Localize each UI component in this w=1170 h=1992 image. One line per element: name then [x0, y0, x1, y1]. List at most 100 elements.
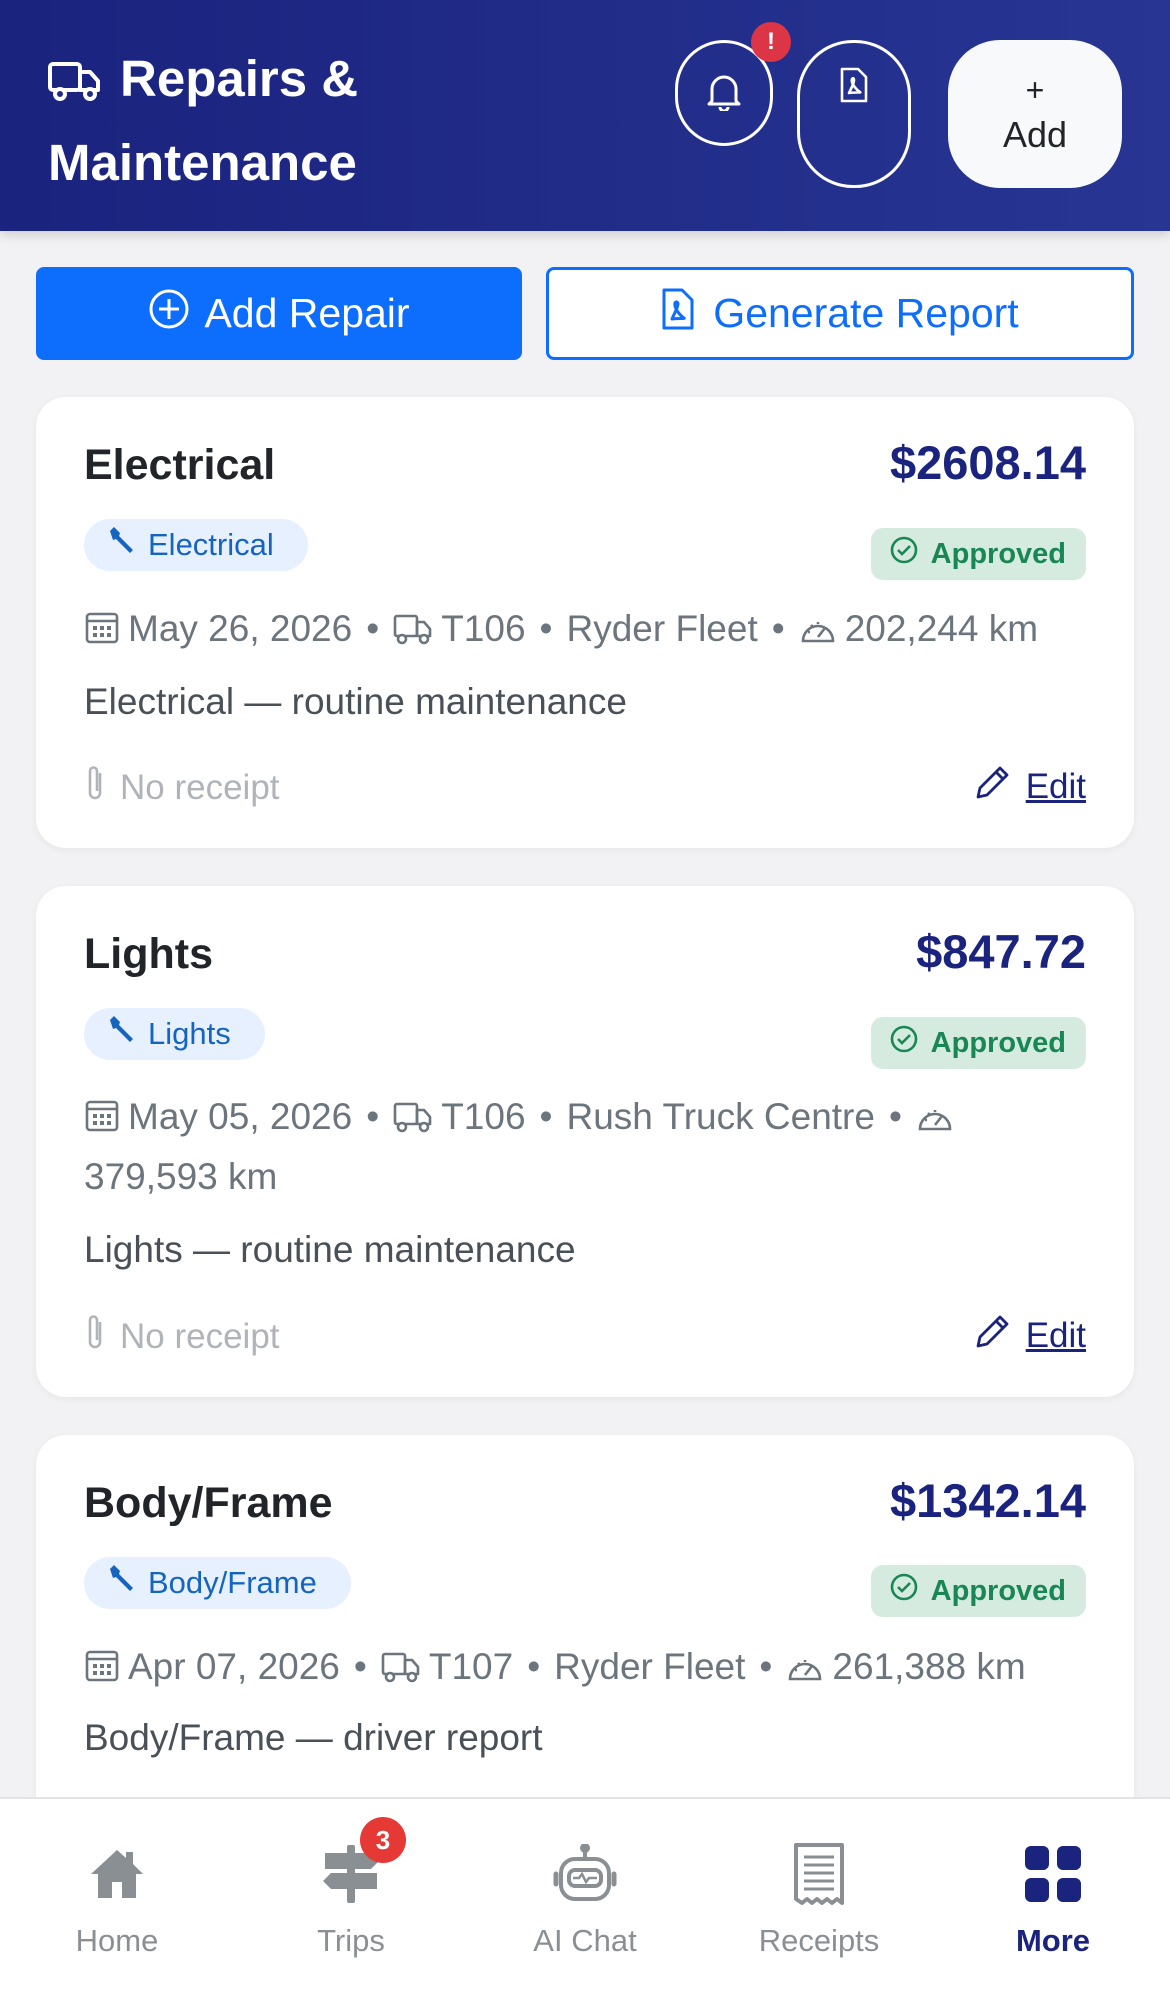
repair-card[interactable]: Electrical $2608.14 Electrical Approved … — [36, 397, 1134, 848]
repair-title: Body/Frame — [84, 1479, 333, 1527]
generate-report-label: Generate Report — [713, 290, 1019, 336]
repair-card[interactable]: Body/Frame $1342.14 Body/Frame Approved … — [36, 1435, 1134, 1855]
add-repair-label: Add Repair — [204, 290, 410, 336]
category-badge: Electrical — [84, 519, 308, 571]
receipt-label: No receipt — [120, 767, 280, 807]
repair-meta: May 26, 2026 • T106 • Ryder Fleet • 202,244 km — [84, 601, 1094, 661]
repair-meta: Apr 07, 2026 • T107 • Ryder Fleet • 261,388 km — [84, 1639, 1094, 1699]
receipt-status: No receipt — [84, 1312, 280, 1361]
repair-title: Lights — [84, 930, 213, 978]
vendor-name: Ryder Fleet — [554, 1646, 746, 1687]
paperclip-icon — [84, 1312, 106, 1361]
repair-date: May 26, 2026 — [128, 608, 353, 649]
repair-description: Body/Frame — driver report — [84, 1717, 543, 1758]
repair-description: Lights — routine maintenance — [84, 1229, 576, 1270]
category-label: Lights — [148, 1016, 231, 1051]
add-repair-button[interactable]: Add Repair — [36, 267, 522, 360]
nav-ai-chat[interactable]: AI Chat — [468, 1799, 702, 1992]
plus-circle-icon — [148, 288, 190, 340]
status-badge: Approved — [870, 528, 1086, 580]
odometer: 202,244 km — [844, 608, 1039, 649]
bell-icon — [706, 71, 742, 116]
pencil-icon — [974, 1312, 1012, 1359]
status-label: Approved — [930, 1574, 1066, 1607]
edit-label: Edit — [1025, 766, 1086, 806]
app-header: Repairs & Maintenance ! + Add — [0, 0, 1170, 231]
repair-amount: $847.72 — [916, 925, 1086, 978]
header-add-label: Add — [1002, 114, 1068, 155]
paperclip-icon — [84, 763, 106, 812]
truck-number: T106 — [441, 608, 526, 649]
truck-icon — [381, 1643, 421, 1699]
truck-icon — [393, 1093, 433, 1149]
nav-trips[interactable]: Trips — [234, 1799, 468, 1992]
home-icon — [89, 1839, 145, 1909]
speedometer-icon — [786, 1643, 824, 1699]
vendor-name: Rush Truck Centre — [566, 1096, 875, 1137]
header-add-button[interactable]: + Add — [948, 40, 1122, 188]
edit-link[interactable]: Edit — [974, 763, 1086, 810]
category-badge: Body/Frame — [84, 1557, 351, 1609]
edit-label: Edit — [1025, 1315, 1086, 1355]
repair-title: Electrical — [84, 441, 276, 489]
nav-receipts[interactable]: Receipts — [702, 1799, 936, 1992]
status-label: Approved — [930, 537, 1066, 570]
status-badge: Approved — [870, 1017, 1086, 1069]
trips-count-badge: 3 — [360, 1817, 406, 1863]
truck-icon — [393, 605, 433, 661]
wrench-icon — [106, 525, 138, 565]
wrench-icon — [106, 1014, 138, 1054]
plus-icon: + — [1025, 72, 1045, 108]
receipt-status: No receipt — [84, 763, 280, 812]
truck-number: T107 — [428, 1646, 514, 1687]
generate-report-button[interactable]: Generate Report — [546, 267, 1134, 360]
repair-amount: $1342.14 — [889, 1474, 1086, 1527]
file-pdf-icon — [661, 288, 695, 340]
nav-label: Receipts — [758, 1923, 880, 1958]
nav-label: More — [1015, 1923, 1091, 1958]
nav-label: AI Chat — [533, 1923, 637, 1958]
repair-description: Electrical — routine maintenance — [84, 681, 627, 722]
category-label: Electrical — [148, 527, 274, 562]
pencil-icon — [974, 763, 1012, 810]
truck-number: T106 — [441, 1096, 526, 1137]
nav-label: Home — [75, 1923, 159, 1958]
speedometer-icon — [799, 605, 837, 661]
edit-link[interactable]: Edit — [974, 1312, 1086, 1359]
status-badge: Approved — [870, 1565, 1086, 1617]
category-label: Body/Frame — [148, 1565, 317, 1600]
repair-amount: $2608.14 — [889, 436, 1086, 489]
page-title: Repairs & Maintenance — [48, 40, 608, 202]
odometer: 261,388 km — [832, 1646, 1026, 1687]
nav-home[interactable]: Home — [0, 1799, 234, 1992]
nav-more[interactable]: More — [936, 1799, 1170, 1992]
robot-icon — [553, 1839, 617, 1909]
alert-badge: ! — [751, 22, 791, 62]
truck-icon — [48, 46, 102, 124]
pdf-export-button[interactable] — [797, 40, 911, 188]
vendor-name: Ryder Fleet — [566, 608, 758, 649]
repair-meta: May 05, 2026 • T106 • Rush Truck Centre • 379,… — [84, 1089, 1094, 1205]
nav-label: Trips — [317, 1923, 385, 1958]
grid-icon — [1025, 1839, 1081, 1909]
check-circle-icon — [889, 535, 919, 573]
receipt-icon — [792, 1839, 846, 1909]
repair-card[interactable]: Lights $847.72 Lights Approved May 05, 2… — [36, 886, 1134, 1397]
repair-date: Apr 07, 2026 — [128, 1646, 340, 1687]
wrench-icon — [106, 1563, 138, 1603]
calendar-icon — [84, 1643, 120, 1699]
bottom-nav: Home Trips 3 AI Chat Receipts More — [0, 1797, 1170, 1992]
speedometer-icon — [916, 1093, 954, 1149]
calendar-icon — [84, 605, 120, 661]
page-title-line1: Repairs & — [120, 50, 359, 107]
receipt-label: No receipt — [120, 1316, 280, 1356]
repair-date: May 05, 2026 — [128, 1096, 353, 1137]
check-circle-icon — [889, 1572, 919, 1610]
file-pdf-icon — [839, 67, 869, 108]
check-circle-icon — [889, 1024, 919, 1062]
category-badge: Lights — [84, 1008, 265, 1060]
calendar-icon — [84, 1093, 120, 1149]
odometer: 379,593 km — [84, 1156, 278, 1197]
page-title-line2: Maintenance — [48, 134, 357, 191]
status-label: Approved — [930, 1026, 1066, 1059]
